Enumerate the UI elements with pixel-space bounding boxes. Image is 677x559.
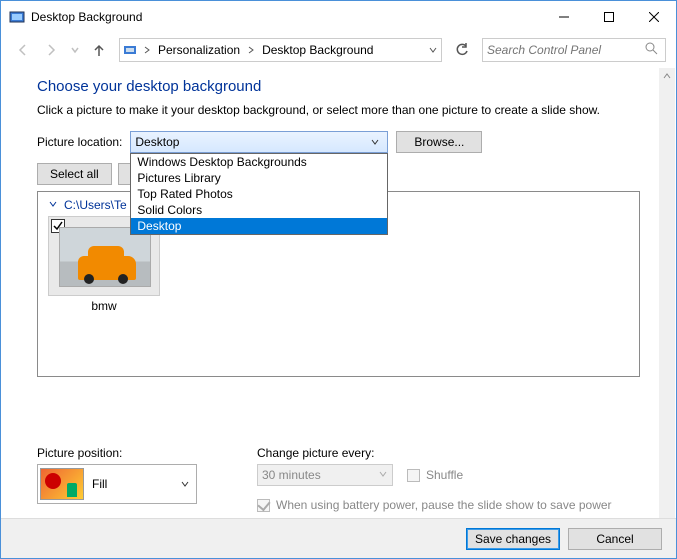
dropdown-option[interactable]: Solid Colors: [131, 202, 387, 218]
browse-button[interactable]: Browse...: [396, 131, 482, 153]
titlebar: Desktop Background: [1, 1, 676, 32]
breadcrumb-segment[interactable]: Personalization: [154, 43, 244, 57]
address-dropdown-button[interactable]: [423, 45, 441, 55]
search-box[interactable]: [482, 38, 666, 62]
forward-button[interactable]: [39, 38, 63, 62]
folder-path[interactable]: C:\Users\Te: [64, 198, 127, 212]
search-icon[interactable]: [645, 42, 661, 58]
thumbnail-name: bmw: [48, 299, 160, 313]
position-preview-icon: [40, 468, 84, 500]
address-icon: [120, 43, 140, 57]
chevron-down-icon: [176, 479, 194, 489]
change-picture-label: Change picture every:: [257, 446, 640, 460]
content-area: Choose your desktop background Click a p…: [1, 68, 676, 558]
address-bar[interactable]: Personalization Desktop Background: [119, 38, 442, 62]
battery-label: When using battery power, pause the slid…: [276, 498, 612, 512]
chevron-right-icon[interactable]: [140, 46, 154, 54]
thumbnail-image: [59, 227, 151, 287]
breadcrumb-segment[interactable]: Desktop Background: [258, 43, 377, 57]
interval-combo: 30 minutes: [257, 464, 393, 486]
vertical-scrollbar[interactable]: [659, 68, 675, 518]
back-button[interactable]: [11, 38, 35, 62]
dropdown-option[interactable]: Pictures Library: [131, 170, 387, 186]
expand-icon[interactable]: [48, 198, 60, 212]
dropdown-option-selected[interactable]: Desktop: [131, 218, 387, 234]
chevron-down-icon: [367, 137, 383, 147]
search-input[interactable]: [487, 43, 645, 57]
save-changes-button[interactable]: Save changes: [466, 528, 560, 550]
page-subtext: Click a picture to make it your desktop …: [37, 103, 640, 117]
picture-position-label: Picture position:: [37, 446, 227, 460]
dropdown-option[interactable]: Windows Desktop Backgrounds: [131, 154, 387, 170]
dropdown-option[interactable]: Top Rated Photos: [131, 186, 387, 202]
shuffle-label: Shuffle: [426, 468, 463, 482]
picture-position-combo[interactable]: Fill: [37, 464, 197, 504]
combo-value: Fill: [92, 477, 176, 491]
combo-value: 30 minutes: [262, 468, 378, 482]
refresh-button[interactable]: [450, 38, 474, 62]
footer: Save changes Cancel: [1, 518, 676, 558]
up-button[interactable]: [87, 38, 111, 62]
cancel-button[interactable]: Cancel: [568, 528, 662, 550]
navigation-row: Personalization Desktop Background: [1, 32, 676, 68]
scroll-up-button[interactable]: [659, 68, 675, 84]
battery-checkbox: [257, 499, 270, 512]
chevron-down-icon: [378, 468, 388, 482]
combo-value: Desktop: [135, 135, 367, 149]
minimize-button[interactable]: [541, 1, 586, 32]
app-icon: [9, 9, 25, 25]
select-all-button[interactable]: Select all: [37, 163, 112, 185]
picture-location-dropdown: Windows Desktop Backgrounds Pictures Lib…: [130, 153, 388, 235]
chevron-right-icon[interactable]: [244, 46, 258, 54]
window-title: Desktop Background: [31, 10, 541, 24]
maximize-button[interactable]: [586, 1, 631, 32]
recent-locations-button[interactable]: [67, 38, 83, 62]
close-button[interactable]: [631, 1, 676, 32]
picture-location-combo[interactable]: Desktop Windows Desktop Backgrounds Pict…: [130, 131, 388, 153]
picture-location-label: Picture location:: [37, 135, 122, 149]
shuffle-checkbox: [407, 469, 420, 482]
page-heading: Choose your desktop background: [37, 78, 640, 95]
